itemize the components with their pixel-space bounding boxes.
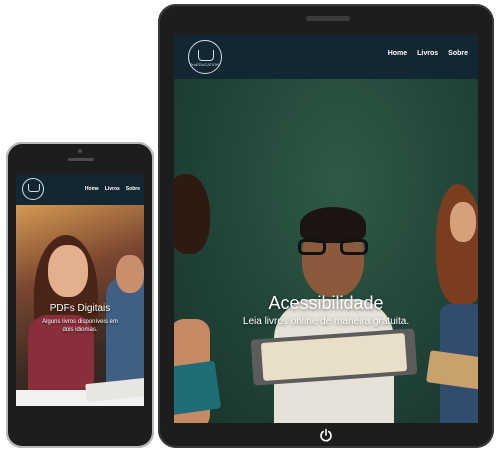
logo-text: ProEDUCATION	[189, 62, 220, 67]
tablet-navbar: ProEDUCATION Home Livros Sobre	[174, 35, 478, 79]
nav-link-home[interactable]: Home	[85, 186, 99, 192]
logo[interactable]: ProEDUCATION	[188, 40, 222, 74]
nav-link-sobre[interactable]: Sobre	[448, 50, 468, 57]
tablet-nav-links: Home Livros Sobre	[388, 50, 468, 57]
hero-subtitle: Leia livros online de maneira gratuita.	[242, 316, 410, 327]
book-icon	[198, 50, 214, 61]
phone-nav-links: Home Livros Sobre	[85, 186, 140, 192]
phone-navbar: Home Livros Sobre	[16, 175, 144, 205]
tablet-screen: ProEDUCATION Home Livros Sobre Acessibil…	[174, 35, 478, 423]
camera-icon	[78, 149, 82, 153]
phone-hero-title: PDFs Digitais	[49, 303, 111, 314]
book-icon	[28, 184, 40, 192]
phone-screen: Home Livros Sobre PDFs Digitais Alguns l…	[16, 175, 144, 406]
phone-logo[interactable]	[22, 178, 44, 200]
phone-hero-subtitle: Alguns livros disponíveis em dois idioma…	[42, 319, 118, 333]
power-icon[interactable]	[319, 428, 333, 442]
tablet-device: ProEDUCATION Home Livros Sobre Acessibil…	[158, 4, 494, 448]
tablet-speaker	[306, 16, 350, 21]
tablet-hero	[174, 79, 478, 423]
nav-link-livros[interactable]: Livros	[417, 50, 438, 57]
phone-speaker	[68, 158, 94, 161]
nav-link-sobre[interactable]: Sobre	[126, 186, 140, 192]
phone-device: Home Livros Sobre PDFs Digitais Alguns l…	[6, 142, 154, 448]
nav-link-home[interactable]: Home	[388, 50, 407, 57]
hero-title: Acessibilidade	[268, 293, 384, 313]
nav-link-livros[interactable]: Livros	[105, 186, 120, 192]
